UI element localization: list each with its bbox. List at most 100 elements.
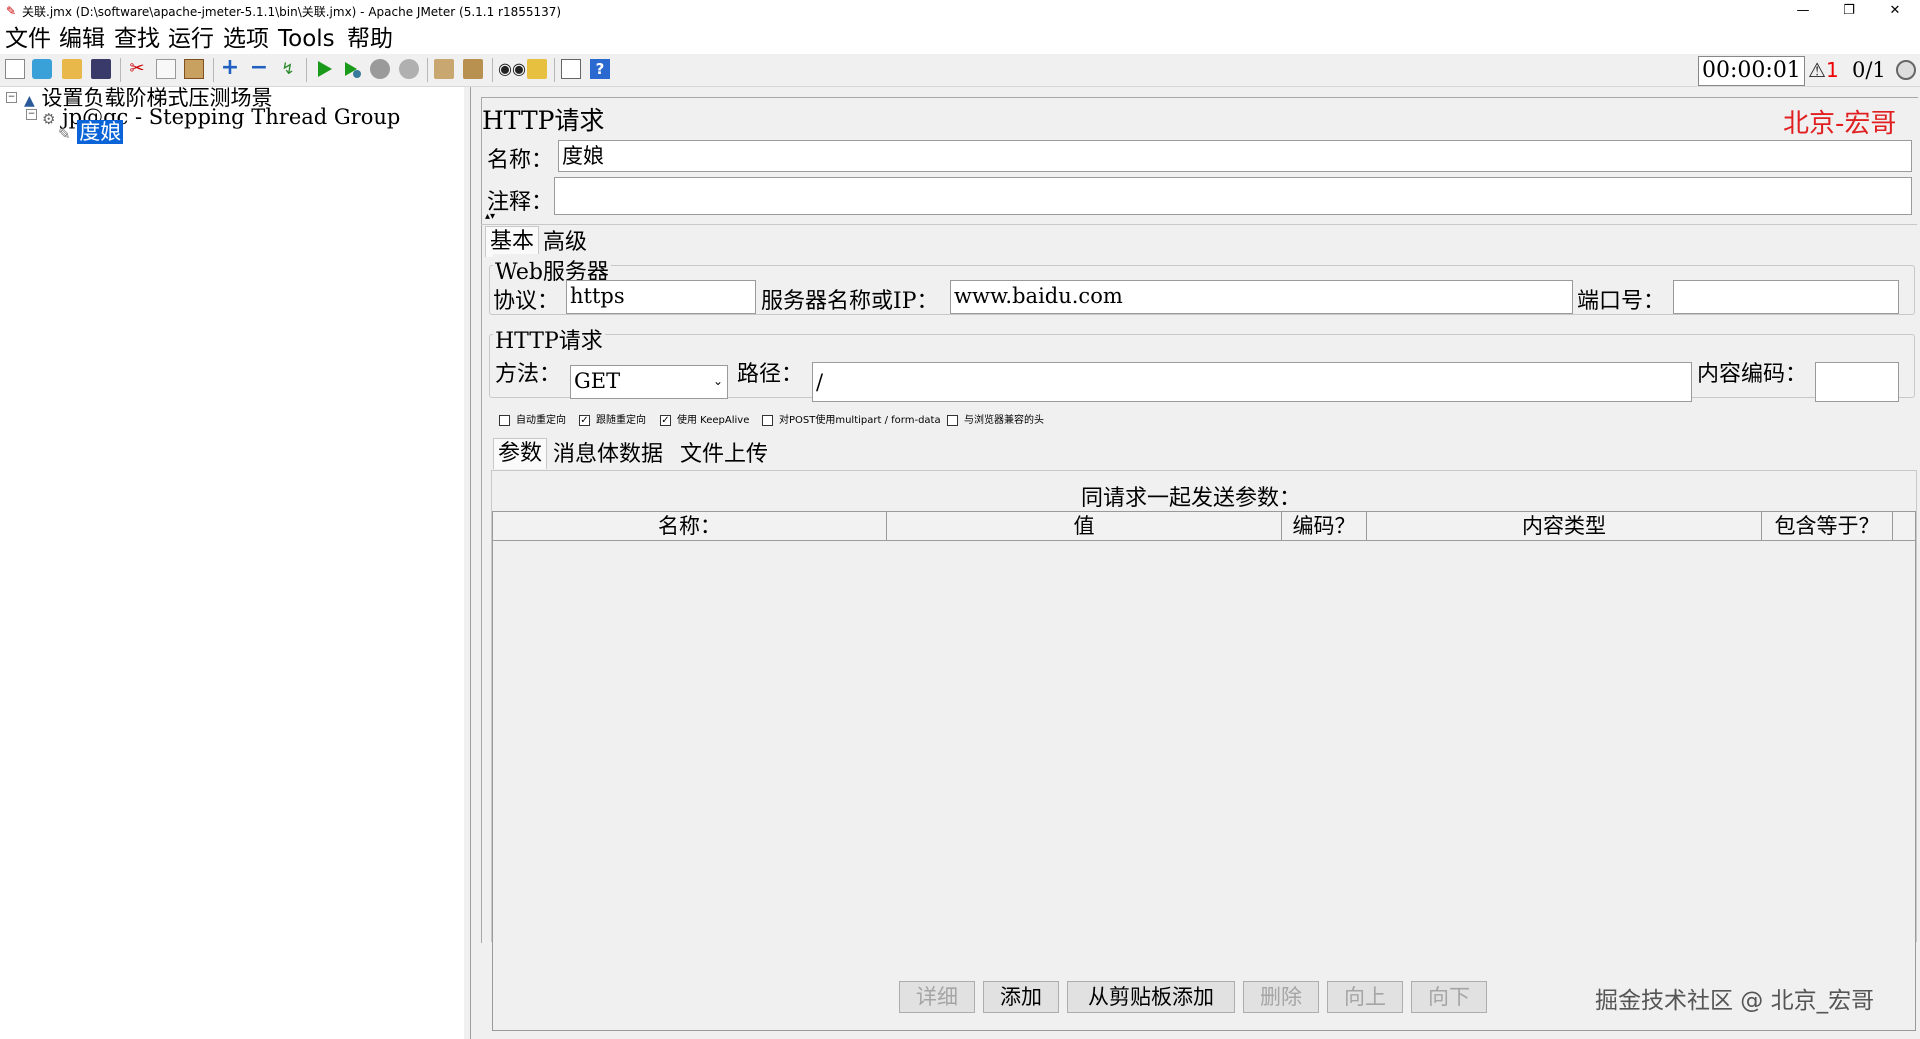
window-title: 关联.jmx (D:\software\apache-jmeter-5.1.1\… [22,5,562,19]
menu-tools[interactable]: Tools [278,25,335,53]
checkbox-browser-headers[interactable]: 与浏览器兼容的头 [947,414,1044,428]
checkbox-multipart[interactable]: 对POST使用multipart / form-data [762,414,941,428]
tree-collapse-icon[interactable]: − [26,109,37,120]
menu-search[interactable]: 查找 [114,25,160,53]
encoding-field[interactable] [1815,362,1899,402]
gear-icon: ⚙ [42,110,56,128]
pipette-icon: ✎ [58,125,71,143]
menu-edit[interactable]: 编辑 [59,25,105,53]
column-header-value[interactable]: 值 [887,512,1282,540]
column-header-include-equals[interactable]: 包含等于？ [1762,512,1893,540]
table-header: 名称： 值 编码？ 内容类型 包含等于？ [493,512,1915,541]
tree-collapse-icon[interactable]: − [6,92,17,103]
menu-options[interactable]: 选项 [223,25,269,53]
down-button[interactable]: 向下 [1411,981,1487,1013]
toolbar-separator [427,58,428,82]
title-bar: ✎ 关联.jmx (D:\software\apache-jmeter-5.1.… [0,0,1920,24]
save-icon[interactable] [91,59,111,79]
menu-file[interactable]: 文件 [5,25,51,53]
server-field[interactable]: www.baidu.com [950,280,1573,314]
toolbar-separator [120,58,121,82]
collapse-arrows-icon[interactable]: ▴▾ [485,211,495,222]
shutdown-icon[interactable] [399,59,419,79]
name-field[interactable]: 度娘 [558,140,1912,172]
checkbox-auto-redirect[interactable]: 自动重定向 [499,414,566,428]
watermark-label: 北京-宏哥 [1783,109,1897,139]
toolbar-separator [492,58,493,82]
method-select[interactable]: GET ⌄ [570,365,728,399]
divider [481,224,1917,225]
params-caption: 同请求一起发送参数： [1081,486,1302,511]
checkbox-follow-redirects[interactable]: ✓ 跟随重定向 [579,414,646,428]
port-label: 端口号： [1577,289,1666,314]
add-button[interactable]: 添加 [983,981,1059,1013]
checkbox-label: 对POST使用multipart / form-data [779,415,941,426]
add-from-clipboard-button[interactable]: 从剪贴板添加 [1067,981,1235,1013]
port-field[interactable] [1673,280,1899,314]
path-field[interactable]: / [812,362,1692,402]
reset-search-icon[interactable] [527,59,547,79]
status-area: 00:00:01 ⚠1 0/1 [1698,54,1920,86]
minimize-button[interactable]: — [1780,0,1826,24]
jmeter-feather-icon: ✎ [6,4,17,18]
checkbox-label: 跟随重定向 [596,415,646,426]
tab-file-upload[interactable]: 文件上传 [676,440,772,470]
stop-icon[interactable] [370,59,390,79]
tree-item-sampler[interactable]: ✎ 度娘 [58,120,124,145]
search-icon[interactable]: ◉◉ [498,59,526,79]
checkbox-box: ✓ [579,414,590,426]
checkbox-label: 自动重定向 [516,415,566,426]
open-icon[interactable] [62,59,82,79]
comment-label: 注释： [487,190,554,215]
loggers-gear-icon[interactable] [1896,60,1916,80]
tab-basic[interactable]: 基本 [485,226,540,257]
expand-icon[interactable]: + [220,57,240,79]
start-icon[interactable] [314,59,334,79]
clear-all-icon[interactable] [463,59,483,79]
protocol-label: 协议： [493,289,560,314]
start-no-pause-icon[interactable] [342,59,362,79]
toggle-icon[interactable]: ↯ [278,59,298,79]
checkbox-label: 使用 KeepAlive [677,415,750,426]
comment-field[interactable] [554,177,1912,215]
tab-body-data[interactable]: 消息体数据 [549,440,667,470]
templates-icon[interactable] [32,59,52,79]
cut-icon[interactable]: ✂ [127,59,147,79]
encoding-label: 内容编码： [1697,362,1808,387]
checkbox-box [947,414,958,426]
toolbar-separator [213,58,214,82]
checkbox-keepalive[interactable]: ✓ 使用 KeepAlive [660,414,749,428]
warning-indicator[interactable]: ⚠1 [1808,58,1839,82]
maximize-button[interactable]: ❐ [1826,0,1872,24]
paste-icon[interactable] [184,59,204,79]
column-header-encode[interactable]: 编码？ [1282,512,1367,540]
testplan-icon: ▲ [24,93,35,109]
warning-count: 1 [1825,58,1839,82]
tab-parameters[interactable]: 参数 [493,438,548,469]
toolbar-separator [554,58,555,82]
delete-button[interactable]: 删除 [1243,981,1319,1013]
checkbox-label: 与浏览器兼容的头 [964,415,1044,426]
new-file-icon[interactable] [5,59,25,79]
method-value: GET [574,369,621,393]
column-header-name[interactable]: 名称： [493,512,887,540]
close-button[interactable]: ✕ [1872,0,1918,24]
params-table: 名称： 值 编码？ 内容类型 包含等于？ [492,511,1916,1031]
function-helper-icon[interactable] [561,59,581,79]
tree-item-label: 度娘 [77,120,124,144]
copy-icon[interactable] [156,59,176,79]
name-label: 名称： [487,148,554,173]
help-icon[interactable]: ? [590,59,610,79]
up-button[interactable]: 向上 [1327,981,1403,1013]
detail-button[interactable]: 详细 [899,981,975,1013]
column-header-content-type[interactable]: 内容类型 [1367,512,1762,540]
collapse-icon[interactable]: − [249,57,269,79]
clear-icon[interactable] [434,59,454,79]
test-plan-tree: − ▲ 设置负载阶梯式压测场景 − ⚙ jp@gc - Stepping Thr… [0,87,466,1039]
menu-run[interactable]: 运行 [168,25,214,53]
menu-help[interactable]: 帮助 [347,25,393,53]
server-label: 服务器名称或IP： [761,289,939,314]
protocol-field[interactable]: https [566,280,756,314]
checkbox-box: ✓ [660,414,671,426]
warning-icon: ⚠ [1808,58,1826,82]
